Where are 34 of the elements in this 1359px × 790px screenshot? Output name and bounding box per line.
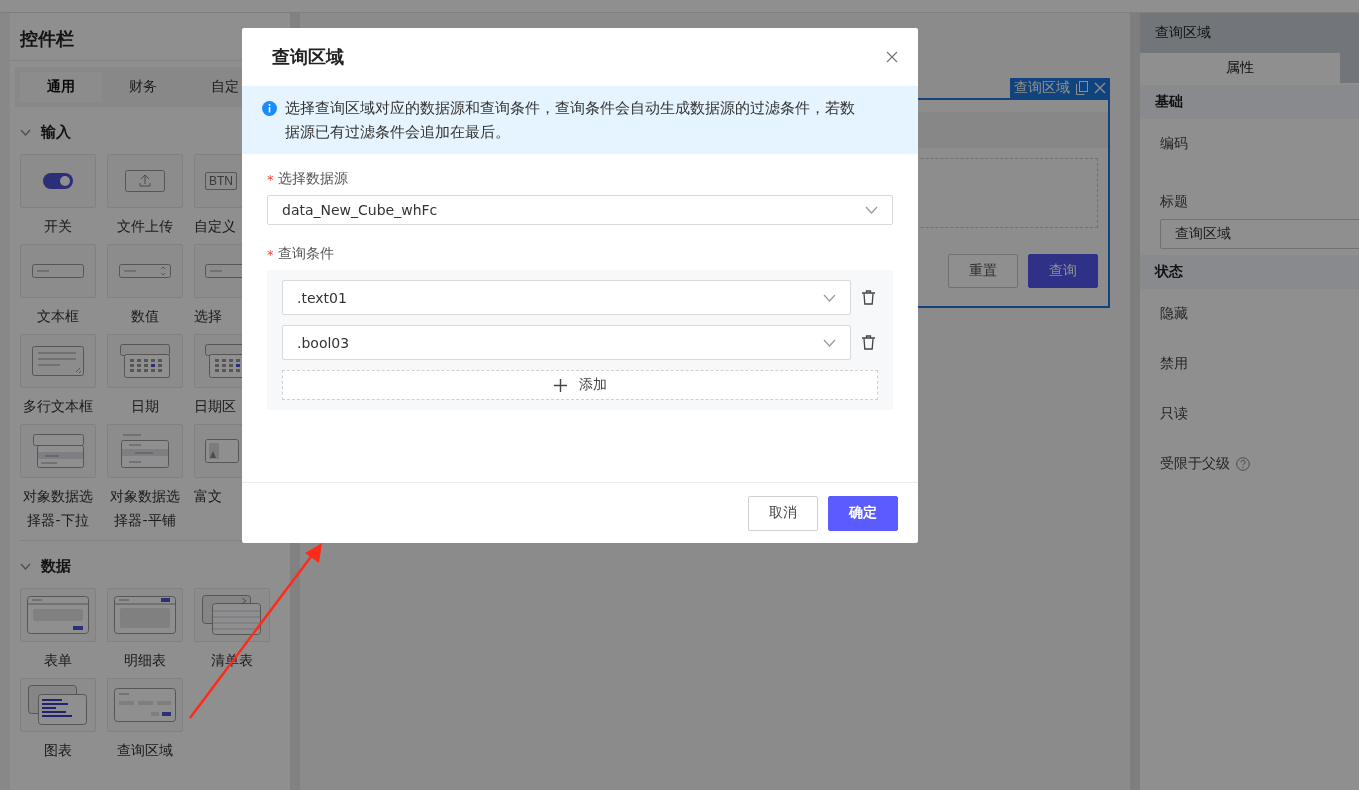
section-title: 数据 [41, 557, 71, 576]
button-icon: BTN [205, 172, 237, 190]
properties-title: 查询区域 [1140, 13, 1359, 53]
field-label: 编码 [1160, 135, 1189, 153]
field-label: 只读 [1160, 405, 1188, 423]
field-label: 禁用 [1160, 355, 1188, 373]
tile-label: 文件上传 [116, 217, 174, 236]
tile-label: 富文 [194, 487, 223, 506]
field-label: 查询条件 [277, 245, 334, 263]
tile-label: 查询区域 [116, 741, 174, 760]
section-title: 输入 [41, 123, 71, 142]
tile-label: 日期 [130, 397, 160, 416]
info-text: 选择查询区域对应的数据源和查询条件，查询条件会自动生成数据源的过滤条件，若数据源已有过滤条件会追加在最后。 [285, 98, 856, 143]
tile-label: 数值 [130, 307, 160, 326]
tile-label: 日期区 [194, 397, 237, 416]
section-header: 状态 [1140, 255, 1359, 289]
tile-label: 自定义 [194, 217, 237, 236]
tile-label: 选择 [194, 307, 223, 326]
tile-label: 多行文本框 [22, 397, 94, 416]
field-label: 受限于父级 [1160, 455, 1230, 473]
tile-label: 图表 [43, 741, 73, 760]
field-label: 选择数据源 [277, 170, 348, 188]
tile-label: 表单 [43, 651, 73, 670]
tile-label: 明细表 [123, 651, 167, 670]
required-mark: * [267, 171, 274, 187]
field-label: 隐藏 [1160, 305, 1188, 323]
tag-label: 查询区域 [1014, 79, 1070, 97]
tile-label: 对象数据选择器-平铺 [109, 487, 181, 530]
tile-label: 开关 [43, 217, 73, 236]
tile-label: 对象数据选择器-下拉 [22, 487, 94, 530]
tile-label: 文本框 [36, 307, 80, 326]
field-label: 标题 [1160, 193, 1189, 211]
required-mark: * [267, 246, 274, 262]
section-header: 基础 [1140, 85, 1359, 119]
